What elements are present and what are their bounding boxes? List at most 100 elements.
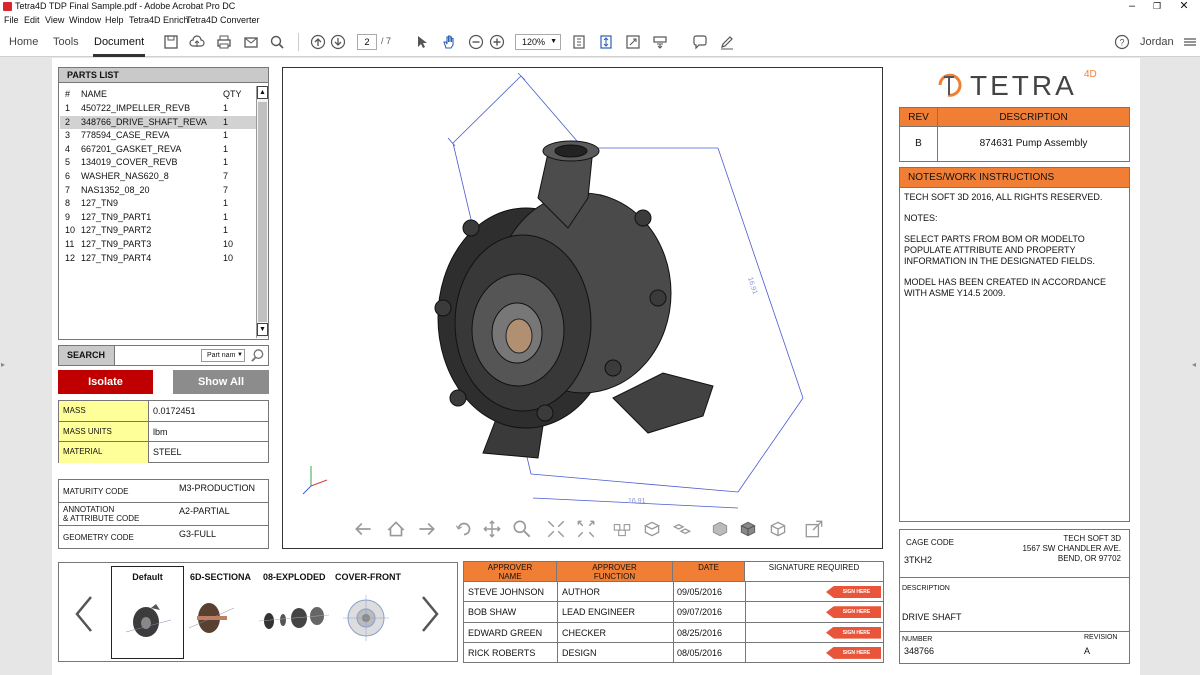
zoom-dropdown[interactable]: 120% ▼: [515, 34, 561, 50]
search-field-select[interactable]: Part nam ▼: [201, 349, 245, 362]
table-row[interactable]: 3 778594_CASE_REVA 1: [60, 129, 256, 142]
menu-window[interactable]: Window: [69, 13, 101, 27]
menu-bar: File Edit View Window Help Tetra4D Enric…: [0, 13, 1200, 27]
home-view-icon[interactable]: [385, 518, 407, 540]
table-row[interactable]: 10 127_TN9_PART2 1: [60, 224, 256, 237]
scroll-up-icon[interactable]: ▲: [257, 86, 268, 99]
isolate-button[interactable]: Isolate: [58, 370, 153, 394]
zoom-icon[interactable]: [511, 518, 533, 540]
menu-file[interactable]: File: [4, 13, 19, 27]
comment-icon[interactable]: [692, 34, 708, 50]
minimize-button[interactable]: –: [1120, 0, 1144, 13]
table-row[interactable]: 12 127_TN9_PART4 10: [60, 252, 256, 265]
select-cursor-icon[interactable]: [414, 34, 430, 50]
view-thumb-default-image: [126, 604, 171, 637]
views-next-icon[interactable]: [419, 595, 441, 633]
tab-document[interactable]: Document: [94, 27, 144, 57]
description-field-value: DRIVE SHAFT: [902, 612, 962, 622]
number-label: NUMBER: [902, 636, 933, 643]
read-mode-icon[interactable]: [652, 34, 668, 50]
expand-view-icon[interactable]: [803, 518, 825, 540]
forward-arrow-icon[interactable]: [415, 518, 437, 540]
pen-icon[interactable]: [719, 34, 735, 50]
table-row[interactable]: 7 NAS1352_08_20 7: [60, 184, 256, 197]
user-name[interactable]: Jordan: [1140, 27, 1174, 57]
view-thumb-exploded-image[interactable]: [259, 603, 329, 633]
search-icon[interactable]: [250, 348, 265, 363]
help-icon[interactable]: ?: [1114, 34, 1130, 50]
scrolling-mode-icon[interactable]: [598, 34, 614, 50]
close-window-button[interactable]: ✕: [1172, 0, 1196, 13]
code-divider: [59, 525, 268, 526]
table-row[interactable]: 6 WASHER_NAS620_8 7: [60, 170, 256, 183]
back-arrow-icon[interactable]: [353, 518, 375, 540]
3d-model-viewer[interactable]: 16.91 16.91: [282, 67, 883, 549]
table-row[interactable]: 11 127_TN9_PART3 10: [60, 238, 256, 251]
fit-all-icon[interactable]: [575, 518, 597, 540]
parts-list-scrollbar[interactable]: ▲ ▼: [256, 86, 268, 338]
menu-view[interactable]: View: [45, 13, 64, 27]
left-panel-toggle[interactable]: ▸: [1, 360, 5, 369]
show-all-button[interactable]: Show All: [173, 370, 269, 394]
view-label-section[interactable]: 6D-SECTIONA: [190, 572, 251, 582]
cloud-upload-icon[interactable]: [189, 34, 205, 50]
share-icon[interactable]: [1182, 34, 1198, 50]
full-screen-icon[interactable]: [625, 34, 641, 50]
menu-help[interactable]: Help: [105, 13, 124, 27]
zoom-out-icon[interactable]: [468, 34, 484, 50]
maximize-button[interactable]: ❐: [1145, 0, 1169, 13]
sign-here-button[interactable]: SIGN HERE: [826, 646, 881, 659]
assembly-icon[interactable]: [641, 518, 663, 540]
view-label-exploded[interactable]: 08-EXPLODED: [263, 572, 326, 582]
revision-table: REV DESCRIPTION B 874631 Pump Assembly: [899, 107, 1130, 162]
approval-date: 09/05/2016: [677, 587, 723, 597]
table-row[interactable]: 4 667201_GASKET_REVA 1: [60, 143, 256, 156]
rotate-icon[interactable]: [453, 518, 475, 540]
scroll-down-icon[interactable]: ▼: [257, 323, 268, 336]
menu-tetra4d-converter[interactable]: Tetra4D Converter: [186, 13, 260, 27]
view-thumb-section-image[interactable]: [189, 598, 234, 638]
print-icon[interactable]: [216, 34, 232, 50]
hand-tool-icon[interactable]: [441, 34, 457, 50]
tab-home[interactable]: Home: [9, 27, 38, 57]
table-row[interactable]: 9 127_TN9_PART1 1: [60, 211, 256, 224]
right-panel-toggle[interactable]: ◂: [1192, 360, 1196, 369]
view-label-cover-front[interactable]: COVER-FRONT: [335, 572, 401, 582]
table-row[interactable]: 1 450722_IMPELLER_REVB 1: [60, 102, 256, 115]
zoom-region-icon[interactable]: [545, 518, 567, 540]
sign-here-button[interactable]: SIGN HERE: [826, 626, 881, 639]
next-page-icon[interactable]: [330, 34, 346, 50]
shaded-cube-icon[interactable]: [709, 518, 731, 540]
menu-edit[interactable]: Edit: [24, 13, 40, 27]
tab-tools[interactable]: Tools: [53, 27, 79, 57]
scroll-thumb[interactable]: [258, 102, 267, 322]
description-label: DESCRIPTION: [902, 585, 950, 592]
table-row[interactable]: 5 134019_COVER_REVB 1: [60, 156, 256, 169]
zoom-in-icon[interactable]: [489, 34, 505, 50]
page-number-input[interactable]: [357, 34, 377, 50]
views-previous-icon[interactable]: [73, 595, 95, 633]
solid-cube-icon[interactable]: [737, 518, 759, 540]
explode-icon[interactable]: [611, 518, 633, 540]
view-thumb-default[interactable]: Default: [111, 566, 184, 659]
sign-here-button[interactable]: SIGN HERE: [826, 606, 881, 619]
table-row[interactable]: 8 127_TN9 1: [60, 197, 256, 210]
notes-line-asme: MODEL HAS BEEN CREATED IN ACCORDANCE WIT…: [904, 277, 1107, 298]
dimension-label-right: 16.91: [746, 276, 758, 295]
search-icon[interactable]: [269, 34, 285, 50]
pump-assembly-model[interactable]: 16.91 16.91: [283, 68, 882, 548]
description-value: 874631 Pump Assembly: [979, 138, 1088, 149]
email-icon[interactable]: [243, 34, 259, 50]
parts-icon[interactable]: [671, 518, 693, 540]
previous-page-icon[interactable]: [310, 34, 326, 50]
sign-here-button[interactable]: SIGN HERE: [826, 586, 881, 598]
menu-tetra4d-enrich[interactable]: Tetra4D Enrich: [129, 13, 189, 27]
fit-page-icon[interactable]: [571, 34, 587, 50]
pan-icon[interactable]: [481, 518, 503, 540]
approver-name: EDWARD GREEN: [468, 627, 543, 638]
wireframe-cube-icon[interactable]: [767, 518, 789, 540]
parts-col-num: #: [65, 89, 71, 99]
table-row[interactable]: 2 348766_DRIVE_SHAFT_REVA 1: [60, 115, 256, 129]
view-thumb-cover-front-image[interactable]: [341, 593, 391, 643]
save-icon[interactable]: [163, 34, 179, 50]
